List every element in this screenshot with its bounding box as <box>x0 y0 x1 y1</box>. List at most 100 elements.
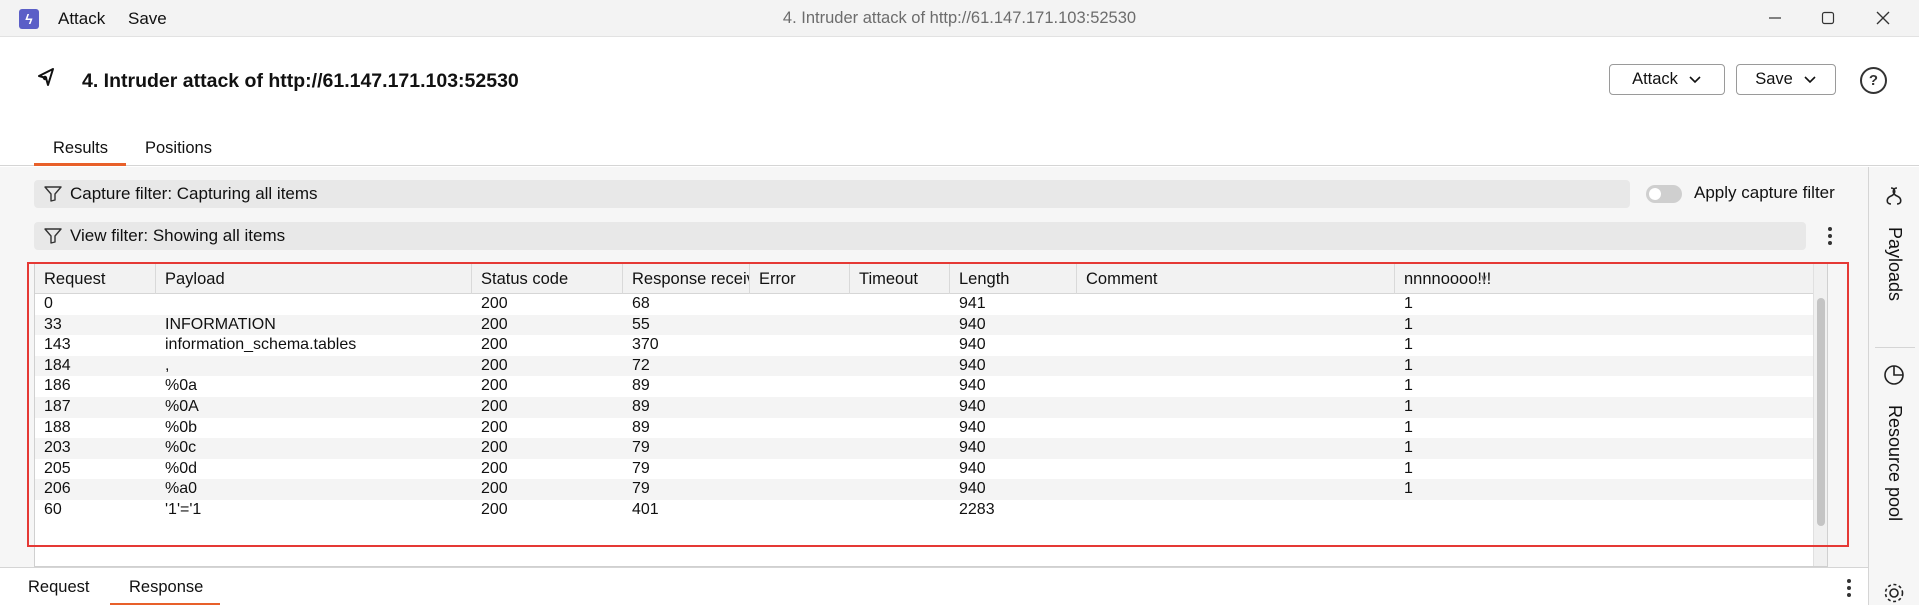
sort-descending-icon: ∨ <box>1480 273 1489 285</box>
cell-timeout <box>850 459 950 480</box>
cell-response-received: 68 <box>632 295 650 312</box>
side-payloads-label[interactable]: Payloads <box>1884 227 1905 301</box>
column-header-length[interactable]: Length <box>950 264 1077 294</box>
cell-error <box>750 294 850 315</box>
burp-logo-icon: ϟ <box>19 9 39 29</box>
cell-payload: %0d <box>165 459 198 477</box>
column-header-comment[interactable]: Comment <box>1077 264 1395 294</box>
save-dropdown-button[interactable]: Save <box>1736 64 1836 95</box>
cell-comment <box>1077 335 1395 356</box>
cell-length: 940 <box>959 480 986 498</box>
table-row[interactable]: 0 200 68 941 1 <box>35 294 1827 315</box>
table-row[interactable]: 187 %0A 200 89 940 1 <box>35 397 1827 418</box>
menu-save[interactable]: Save <box>128 9 167 29</box>
cell-timeout <box>850 335 950 356</box>
side-resource-pool-label[interactable]: Resource pool <box>1884 405 1905 521</box>
cell-payload <box>156 294 472 315</box>
help-icon[interactable]: ? <box>1860 67 1887 94</box>
cell-timeout <box>850 479 950 500</box>
table-row[interactable]: 60 '1'='1 200 401 2283 <box>35 500 1827 521</box>
cell-custom-grep: 1 <box>1404 459 1413 477</box>
payloads-icon[interactable] <box>1882 184 1906 208</box>
more-options-icon[interactable] <box>1840 577 1858 599</box>
cell-length: 940 <box>959 459 986 477</box>
tab-request[interactable]: Request <box>28 578 89 597</box>
cell-request: 206 <box>44 480 71 498</box>
settings-gear-icon[interactable] <box>1882 581 1906 605</box>
chevron-down-icon <box>1804 75 1816 83</box>
capture-filter-label: Capture filter: Capturing all items <box>70 184 318 203</box>
cell-length: 941 <box>959 295 986 312</box>
cell-custom-grep: 1 <box>1404 356 1413 374</box>
minimize-icon <box>1769 17 1781 19</box>
cell-status-code: 200 <box>481 439 508 457</box>
cell-custom-grep: 1 <box>1404 315 1413 333</box>
more-options-icon[interactable] <box>1821 225 1839 247</box>
tab-results[interactable]: Results <box>53 139 108 158</box>
cell-response-received: 89 <box>632 418 650 436</box>
window-title: 4. Intruder attack of http://61.147.171.… <box>782 9 1137 27</box>
side-divider <box>1875 347 1915 348</box>
apply-capture-filter-toggle[interactable] <box>1646 185 1682 203</box>
attack-dropdown-button[interactable]: Attack <box>1609 64 1725 95</box>
column-header-request[interactable]: Request <box>35 264 156 294</box>
capture-filter-bar[interactable]: Capture filter: Capturing all items <box>34 180 1630 208</box>
table-row[interactable]: 206 %a0 200 79 940 1 <box>35 479 1827 500</box>
table-row[interactable]: 205 %0d 200 79 940 1 <box>35 459 1827 480</box>
cell-length: 940 <box>959 398 986 415</box>
table-scrollbar[interactable] <box>1813 264 1827 566</box>
cell-request: 60 <box>44 501 62 518</box>
cell-payload: , <box>165 356 170 374</box>
cell-comment <box>1077 294 1395 315</box>
cell-comment <box>1077 459 1395 480</box>
cell-status-code: 200 <box>481 501 508 518</box>
cell-status-code: 200 <box>481 398 508 415</box>
column-header-payload[interactable]: Payload <box>156 264 472 294</box>
pie-chart-icon[interactable] <box>1882 363 1906 387</box>
table-row[interactable]: 186 %0a 200 89 940 1 <box>35 376 1827 397</box>
message-tabs: Request Response <box>0 567 1868 605</box>
cell-length: 940 <box>959 356 986 374</box>
chevron-down-icon <box>1689 75 1701 83</box>
cell-request: 33 <box>44 315 62 333</box>
minimize-button[interactable] <box>1752 4 1798 32</box>
attack-header: 4. Intruder attack of http://61.147.171.… <box>0 37 1919 129</box>
cell-payload: %a0 <box>165 480 198 498</box>
tab-positions[interactable]: Positions <box>145 139 212 158</box>
close-window-button[interactable] <box>1860 4 1906 32</box>
table-row[interactable]: 143 information_schema.tables 200 370 940 1 <box>35 335 1827 356</box>
cell-custom-grep: 1 <box>1404 418 1413 436</box>
tab-response[interactable]: Response <box>129 578 203 597</box>
view-filter-bar[interactable]: View filter: Showing all items <box>34 222 1806 250</box>
cell-error <box>750 335 850 356</box>
cell-error <box>750 459 850 480</box>
active-tab-indicator <box>34 163 126 166</box>
cell-comment <box>1077 376 1395 397</box>
table-row[interactable]: 184, 200 72 940 1 <box>35 355 1827 377</box>
column-header-timeout[interactable]: Timeout <box>850 264 950 294</box>
cell-error <box>750 438 850 459</box>
scrollbar-thumb[interactable] <box>1817 298 1825 526</box>
cell-request: 187 <box>44 398 71 415</box>
menu-attack[interactable]: Attack <box>58 9 105 29</box>
cell-request: 203 <box>44 439 71 457</box>
cell-error <box>750 376 850 397</box>
window-titlebar: ϟ Attack Save 4. Intruder attack of http… <box>0 0 1919 37</box>
column-header-status-code[interactable]: Status code <box>472 264 623 294</box>
table-row[interactable]: 203 %0c 200 79 940 1 <box>35 438 1827 459</box>
filter-icon <box>44 186 62 202</box>
table-row[interactable]: 33 INFORMATION 200 55 940 1 <box>35 314 1827 336</box>
cell-payload: '1'='1 <box>165 501 202 518</box>
cell-response-received: 79 <box>632 439 650 457</box>
page-title: 4. Intruder attack of http://61.147.171.… <box>82 70 519 92</box>
cell-comment <box>1077 438 1395 459</box>
maximize-button[interactable] <box>1805 4 1851 32</box>
cell-comment <box>1077 356 1395 377</box>
column-header-response-received[interactable]: Response received <box>623 264 750 294</box>
table-row[interactable]: 188 %0b 200 89 940 1 <box>35 418 1827 439</box>
column-header-custom-grep[interactable]: nnnnoooo!!! ∨ <box>1395 264 1815 294</box>
cell-error <box>750 356 850 377</box>
column-header-error[interactable]: Error <box>750 264 850 294</box>
cell-error <box>750 418 850 439</box>
cell-comment <box>1077 397 1395 418</box>
